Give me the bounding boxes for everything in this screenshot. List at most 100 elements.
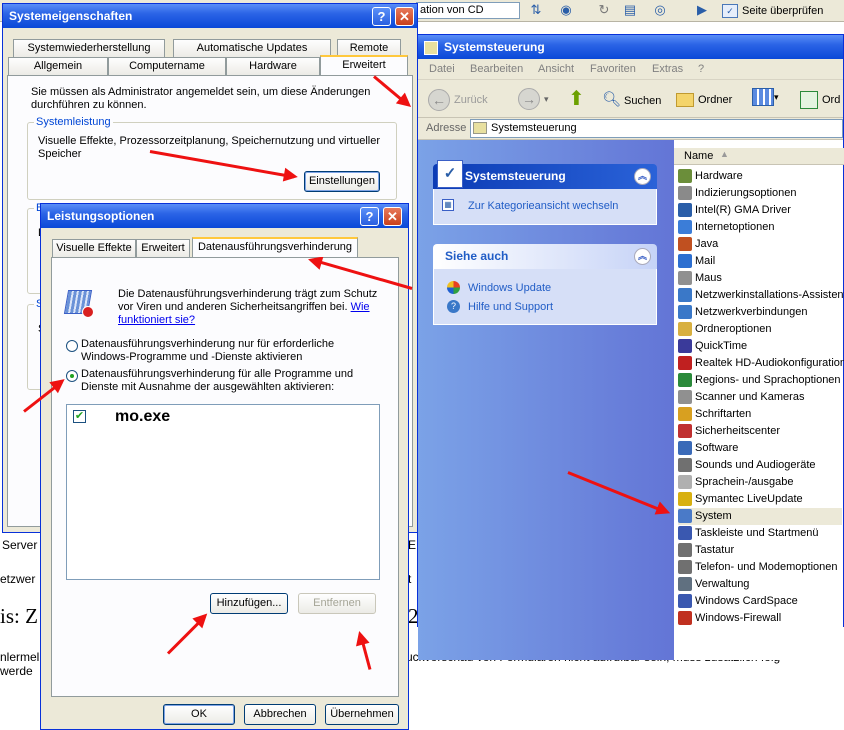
sort-icon[interactable]: ⇅ xyxy=(526,2,546,20)
cp-item[interactable]: Sicherheitscenter xyxy=(678,423,842,440)
browser-address-field[interactable]: ation von CD xyxy=(416,2,520,19)
tab-computername[interactable]: Computername xyxy=(108,57,226,75)
cp-item-icon xyxy=(678,339,692,354)
cp-item[interactable]: Telefon- und Modemoptionen xyxy=(678,559,842,576)
menu-bearbeiten[interactable]: Bearbeiten xyxy=(470,63,523,75)
cp-item[interactable]: Netzwerkverbindungen xyxy=(678,304,842,321)
windows-update-link[interactable]: Windows Update xyxy=(468,282,551,294)
category-view-link[interactable]: Zur Kategorieansicht wechseln xyxy=(468,200,618,212)
cp-item[interactable]: Software xyxy=(678,440,842,457)
tab-automatische-updates[interactable]: Automatische Updates xyxy=(173,39,331,57)
tab-datenausfuehrungsverhinderung[interactable]: Datenausführungsverhinderung xyxy=(192,237,358,257)
apply-button[interactable]: Übernehmen xyxy=(325,704,399,725)
menu-datei[interactable]: Datei xyxy=(429,63,455,75)
cp-item[interactable]: Hardware xyxy=(678,168,842,185)
cp-item[interactable]: Realtek HD-Audiokonfiguration xyxy=(678,355,844,372)
validate-icon[interactable]: ▶ xyxy=(692,2,712,20)
menu-ansicht[interactable]: Ansicht xyxy=(538,63,574,75)
help-support-link[interactable]: Hilfe und Support xyxy=(468,301,553,313)
cp-item-label: Symantec LiveUpdate xyxy=(695,493,803,505)
extra-toolbar-button[interactable]: Ord xyxy=(800,88,844,112)
up-folder-icon[interactable]: ⬆ xyxy=(568,88,590,110)
cp-item[interactable]: QuickTime xyxy=(678,338,842,355)
form-icon[interactable]: ▤ xyxy=(620,2,640,20)
search-button[interactable]: 🔍︎ Suchen xyxy=(602,88,676,112)
cp-item[interactable]: Internetoptionen xyxy=(678,219,842,236)
cp-item-icon xyxy=(678,526,692,541)
address-field[interactable]: Systemsteuerung xyxy=(470,119,843,138)
tab-erweitert[interactable]: Erweitert xyxy=(320,55,408,75)
search-label: Suchen xyxy=(624,95,662,107)
cp-item[interactable]: Ordneroptionen xyxy=(678,321,842,338)
cp-item-label: Sprachein-/ausgabe xyxy=(695,476,794,488)
cp-item[interactable]: Indizierungsoptionen xyxy=(678,185,842,202)
performance-options-titlebar[interactable]: Leistungsoptionen xyxy=(41,204,408,228)
views-button[interactable]: ▾ xyxy=(752,88,786,112)
cp-item[interactable]: Taskleiste und Startmenü xyxy=(678,525,842,542)
collapse-chevron-icon[interactable]: ︽ xyxy=(634,248,651,265)
menu-favoriten[interactable]: Favoriten xyxy=(590,63,636,75)
panel-systemsteuerung-header[interactable]: ✓ Systemsteuerung ︽ xyxy=(433,160,657,189)
panel1-body: ▦ Zur Kategorieansicht wechseln xyxy=(433,189,657,225)
cp-item[interactable]: Java xyxy=(678,236,842,253)
radio-all-programs[interactable] xyxy=(66,370,78,382)
cp-item[interactable]: Mail xyxy=(678,253,842,270)
help-button[interactable]: ? xyxy=(360,207,379,226)
cp-item[interactable]: Scanner und Kameras xyxy=(678,389,842,406)
name-column-header[interactable]: Name ▲ xyxy=(674,148,844,165)
cp-item[interactable]: Windows-Firewall xyxy=(678,610,842,627)
cp-item-label: Windows-Firewall xyxy=(695,612,782,624)
cp-item-label: Maus xyxy=(695,272,722,284)
close-button[interactable]: ✕ xyxy=(383,207,402,226)
cp-item[interactable]: Verwaltung xyxy=(678,576,842,593)
cp-item[interactable]: Symantec LiveUpdate xyxy=(678,491,842,508)
mo-exe-item[interactable]: mo.exe xyxy=(95,405,235,429)
menu-extras[interactable]: Extras xyxy=(652,63,683,75)
folders-button[interactable]: Ordner xyxy=(676,88,742,112)
tab-hardware[interactable]: Hardware xyxy=(226,57,320,75)
tab-visuelle-effekte[interactable]: Visuelle Effekte xyxy=(52,239,136,257)
cp-item[interactable]: Netzwerkinstallations-Assistent xyxy=(678,287,844,304)
globe-icon[interactable]: ◉ xyxy=(556,2,576,20)
back-button[interactable]: ← Zurück xyxy=(428,88,498,112)
cp-item[interactable]: Regions- und Sprachoptionen xyxy=(678,372,842,389)
tab-erweitert[interactable]: Erweitert xyxy=(136,239,190,257)
add-button[interactable]: Hinzufügen... xyxy=(210,593,288,614)
tab-systemwiederherstellung[interactable]: Systemwiederherstellung xyxy=(13,39,165,57)
panel-siehe-auch-header[interactable]: Siehe auch ︽ xyxy=(433,244,657,269)
forward-dropdown-icon[interactable]: ▾ xyxy=(544,94,549,105)
views-icon xyxy=(752,88,774,106)
radio-essential-only[interactable] xyxy=(66,340,78,352)
cp-item[interactable]: Schriftarten xyxy=(678,406,842,423)
refresh-icon[interactable]: ↻ xyxy=(594,2,614,20)
cp-item[interactable]: Maus xyxy=(678,270,842,287)
ok-button[interactable]: OK xyxy=(163,704,235,725)
close-button[interactable]: ✕ xyxy=(395,7,414,26)
folders-label: Ordner xyxy=(698,94,733,106)
menu-help[interactable]: ? xyxy=(698,63,704,75)
tab-allgemein[interactable]: Allgemein xyxy=(8,57,108,75)
mo-exe-checkbox[interactable]: ✔ xyxy=(73,410,86,423)
cp-item[interactable]: System xyxy=(678,508,842,525)
cancel-button[interactable]: Abbrechen xyxy=(244,704,316,725)
cp-item[interactable]: Windows CardSpace xyxy=(678,593,842,610)
panel2-title: Siehe auch xyxy=(445,249,509,263)
settings-button[interactable]: Einstellungen xyxy=(304,171,380,192)
remove-button: Entfernen xyxy=(298,593,376,614)
system-properties-titlebar[interactable]: Systemeigenschaften xyxy=(3,4,417,28)
cp-item[interactable]: Sounds und Audiogeräte xyxy=(678,457,842,474)
forward-icon[interactable]: → xyxy=(518,88,540,110)
radio-essential-only-label: Datenausführungsverhinderung nur für erf… xyxy=(81,338,335,363)
cp-item[interactable]: Tastatur xyxy=(678,542,842,559)
cp-item[interactable]: Sprachein-/ausgabe xyxy=(678,474,842,491)
cp-item[interactable]: Intel(R) GMA Driver xyxy=(678,202,842,219)
control-panel-titlebar[interactable]: Systemsteuerung xyxy=(418,35,843,59)
exception-list[interactable]: ✔ mo.exe xyxy=(66,404,380,580)
address-label: Adresse xyxy=(426,122,467,134)
check-page-button[interactable]: ✓ Seite überprüfen xyxy=(722,2,844,20)
menu-bar: Datei Bearbeiten Ansicht Favoriten Extra… xyxy=(418,59,843,80)
help-button[interactable]: ? xyxy=(372,7,391,26)
column-name-label: Name xyxy=(684,150,714,162)
collapse-chevron-icon[interactable]: ︽ xyxy=(634,168,651,185)
preview-icon[interactable]: ◎ xyxy=(650,2,670,20)
